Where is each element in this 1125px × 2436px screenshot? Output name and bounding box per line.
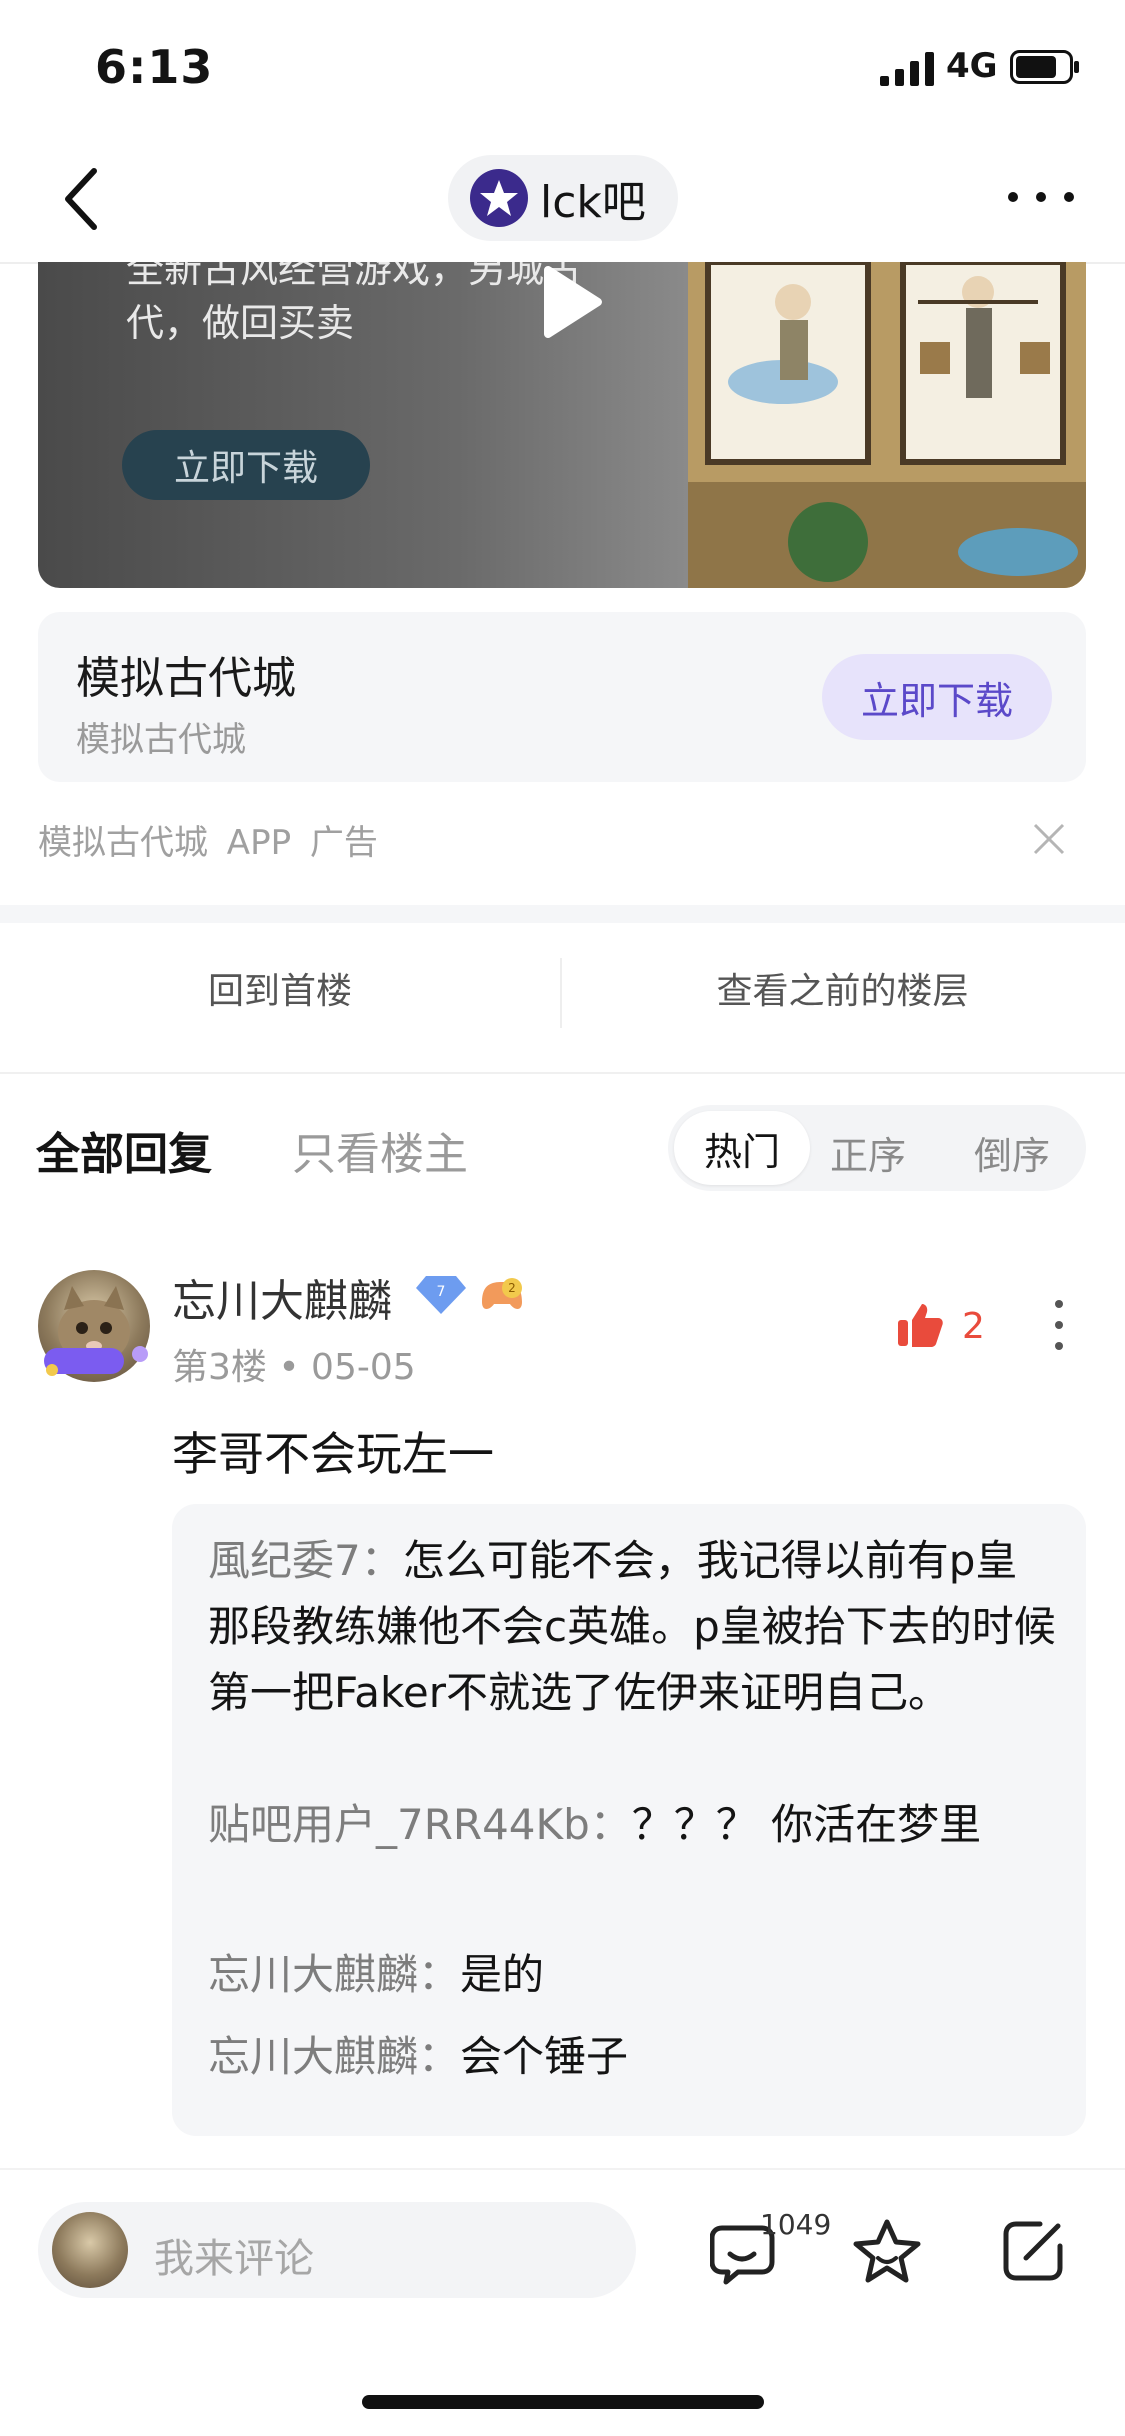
edit-share-icon[interactable] [1000,2218,1066,2284]
comment-placeholder: 我来评论 [154,2236,314,2282]
sub-reply-sep: ： [418,1950,461,1999]
floor-nav-bottom-line [0,1072,1125,1074]
sub-reply-text: 会个锤子 [460,2032,629,2081]
sub-replies[interactable]: 風纪委7：怎么可能不会，我记得以前有p皇那段教练嫌他不会c英雄。p皇被抬下去的时… [172,1504,1086,2136]
home-indicator [362,2395,764,2409]
forum-title-pill[interactable]: lck吧 [448,155,678,241]
status-time: 6:13 [95,40,214,94]
sub-reply-user[interactable]: 贴吧用户_7RR44Kb [208,1800,590,1849]
signal-icon [880,52,934,86]
ad-video[interactable]: 全新古风经营游戏，另城古代，做回买卖 立即下载 [38,262,1086,588]
sub-reply[interactable]: 風纪委7：怎么可能不会，我记得以前有p皇那段教练嫌他不会c英雄。p皇被抬下去的时… [208,1528,1058,1726]
ad-game-artwork [688,262,1086,588]
sub-reply-sep: ： [418,2032,461,2081]
comment-count: 1049 [760,2208,832,2241]
network-label: 4G [946,46,998,86]
sub-reply-user[interactable]: 忘川大麒麟 [208,2032,418,2081]
sort-ascending[interactable]: 正序 [830,1125,906,1180]
sub-reply[interactable]: 忘川大麒麟：会个锤子 [208,2024,1058,2090]
play-icon[interactable] [528,262,608,342]
section-gap [0,905,1125,923]
avatar-frame-icon [44,1346,148,1376]
sub-reply-text: 是的 [460,1950,545,1999]
post-date: 05-05 [311,1347,416,1388]
sort-segmented-control: 热门 正序 倒序 [668,1105,1086,1191]
bottom-bar-divider [0,2168,1125,2170]
sub-reply-sep: ： [589,1800,632,1849]
thumbs-up-icon[interactable] [896,1302,944,1348]
chevron-left-icon[interactable] [60,165,104,233]
post-content: 李哥不会玩左一 [172,1427,494,1481]
ad-download-button[interactable]: 立即下载 [822,654,1052,740]
meta-dot: • [278,1347,312,1388]
sub-reply-user[interactable]: 風纪委7 [208,1536,361,1585]
sort-descending[interactable]: 倒序 [974,1125,1050,1180]
lck-logo-icon [470,169,528,227]
level-number: 7 [437,1284,446,1300]
more-horizontal-icon[interactable] [1005,187,1077,207]
tab-host-only[interactable]: 只看楼主 [292,1118,468,1182]
ad-card[interactable]: 模拟古代城 模拟古代城 立即下载 [38,612,1086,782]
post-username[interactable]: 忘川大麒麟 [172,1265,392,1329]
sub-reply-sep: ： [360,1536,403,1585]
close-icon[interactable] [1032,822,1066,856]
post-meta: 第3楼 • 05-05 [172,1338,416,1390]
game-level-number: 2 [508,1281,516,1295]
tab-all-replies[interactable]: 全部回复 [36,1118,212,1182]
game-badge-icon: 2 [482,1278,522,1309]
sub-reply-text: ？？？ 你活在梦里 [631,1800,982,1849]
sub-reply-user[interactable]: 忘川大麒麟 [208,1950,418,1999]
forum-title: lck吧 [540,177,646,228]
comment-input[interactable]: 我来评论 [38,2202,636,2298]
star-icon[interactable] [852,2218,922,2284]
battery-icon [1010,50,1079,84]
sub-reply[interactable]: 贴吧用户_7RR44Kb：？？？ 你活在梦里 [208,1792,1058,1858]
back-to-first-floor-button[interactable]: 回到首楼 [0,962,560,1014]
ad-app-subtitle: 模拟古代城 [76,720,246,760]
ad-meta: 模拟古代城 APP 广告 [38,823,378,863]
sub-reply[interactable]: 忘川大麒麟：是的 [208,1942,1058,2008]
view-previous-floors-button[interactable]: 查看之前的楼层 [560,962,1125,1014]
my-avatar [52,2212,128,2288]
like-count: 2 [962,1306,985,1347]
sort-hot[interactable]: 热门 [674,1111,810,1185]
more-vertical-icon[interactable] [1052,1298,1066,1352]
level-badge-icon: 7 [416,1276,466,1314]
post-floor: 第3楼 [172,1347,267,1388]
ad-video-download-button[interactable]: 立即下载 [122,430,370,500]
ad-app-name: 模拟古代城 [76,653,296,704]
